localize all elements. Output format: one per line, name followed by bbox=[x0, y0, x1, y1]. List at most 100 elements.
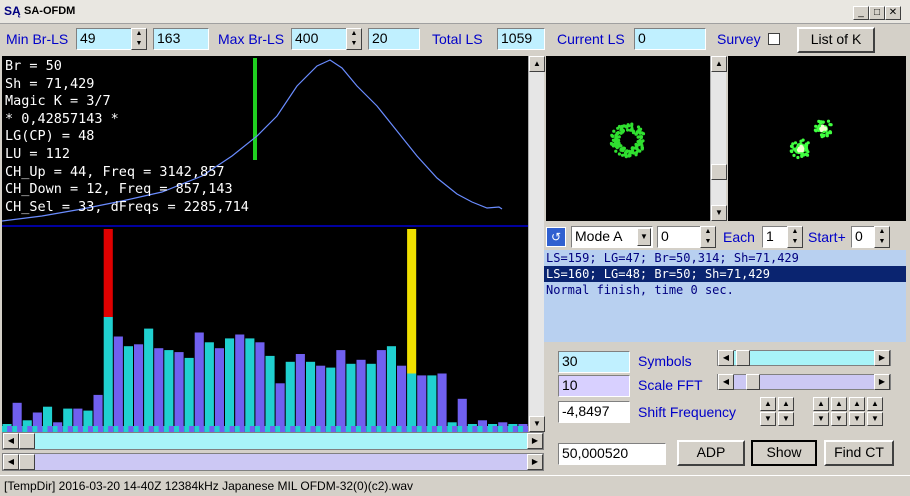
maximize-button[interactable]: □ bbox=[869, 6, 885, 20]
constellation-point bbox=[632, 151, 636, 155]
spectrum-bar bbox=[164, 350, 174, 432]
spectrum-bar bbox=[245, 338, 255, 432]
spectrum-bar bbox=[295, 354, 305, 432]
current-ls-field: 0 bbox=[634, 28, 706, 50]
mode-select[interactable]: Mode A ▼ bbox=[571, 226, 653, 248]
const-scroll-down[interactable]: ▼ bbox=[711, 205, 727, 221]
log-panel: LS=159; LG=47; Br=50,314; Sh=71,429 LS=1… bbox=[544, 250, 906, 342]
constellation-point bbox=[638, 141, 642, 145]
min-br-ls-label: Min Br-LS bbox=[6, 31, 69, 47]
total-ls-field: 1059 bbox=[497, 28, 545, 50]
window-title: SA-OFDM bbox=[24, 5, 76, 17]
each-spinner[interactable]: ▲ ▼ bbox=[787, 226, 803, 248]
hscroll-1-left[interactable]: ◀ bbox=[3, 433, 19, 449]
survey-checkbox[interactable] bbox=[768, 33, 780, 45]
minimize-button[interactable]: _ bbox=[853, 6, 869, 20]
constellation-point bbox=[621, 129, 625, 133]
constellation-point bbox=[804, 144, 808, 148]
spectrum-bar bbox=[204, 342, 214, 432]
adp-button[interactable]: ADP bbox=[677, 440, 745, 466]
log-line-selected[interactable]: LS=160; LG=48; Br=50; Sh=71,429 bbox=[544, 266, 906, 282]
symbols-slider-thumb[interactable] bbox=[736, 350, 750, 366]
log-line: Normal finish, time 0 sec. bbox=[546, 283, 734, 297]
spectrum-bar bbox=[194, 332, 204, 432]
spectrum-bar bbox=[265, 355, 275, 432]
scale-slider-right[interactable]: ▶ bbox=[874, 374, 890, 390]
start-spinner[interactable]: ▲ ▼ bbox=[874, 226, 890, 248]
min-br-ls-input[interactable]: 49 bbox=[76, 28, 132, 50]
mode-number-input[interactable]: 0 bbox=[657, 226, 701, 248]
scale-fft-slider[interactable]: ◀ ▶ bbox=[717, 374, 891, 390]
constellation-point bbox=[609, 141, 613, 146]
const-scroll-thumb[interactable] bbox=[711, 164, 727, 180]
max-extra-field[interactable]: 20 bbox=[368, 28, 420, 50]
constellation-point bbox=[631, 131, 636, 135]
spectrum-bar bbox=[336, 350, 346, 432]
symbols-field[interactable]: 30 bbox=[558, 351, 630, 373]
constellation-point bbox=[631, 146, 635, 150]
spectrum-bar bbox=[174, 352, 184, 432]
scroll-up-button[interactable]: ▲ bbox=[529, 56, 545, 72]
chevron-down-icon[interactable]: ▼ bbox=[637, 228, 651, 246]
spectrum-bar bbox=[386, 346, 396, 432]
find-ct-button[interactable]: Find CT bbox=[824, 440, 894, 466]
hscroll-2-thumb[interactable] bbox=[19, 454, 35, 470]
max-br-ls-spinner[interactable]: ▲ ▼ bbox=[346, 28, 362, 50]
symbols-slider[interactable]: ◀ ▶ bbox=[717, 350, 891, 366]
symbols-slider-right[interactable]: ▶ bbox=[874, 350, 890, 366]
constellation-point bbox=[620, 153, 625, 157]
shift-frequency-field[interactable]: -4,8497 bbox=[558, 401, 630, 423]
param-line: Sh = 71,429 bbox=[5, 75, 95, 92]
hscroll-2-right[interactable]: ▶ bbox=[527, 454, 543, 470]
hscroll-2[interactable]: ◀ ▶ bbox=[2, 453, 544, 471]
spectrum-bar bbox=[184, 357, 194, 432]
left-vscroll[interactable]: ▲ ▼ bbox=[528, 56, 545, 432]
hscroll-2-left[interactable]: ◀ bbox=[3, 454, 19, 470]
constellation-point bbox=[792, 153, 796, 157]
constellation-point bbox=[799, 147, 803, 151]
constellation-vscroll[interactable]: ▲ ▼ bbox=[710, 56, 727, 221]
constellation-point bbox=[624, 155, 628, 159]
spectrum-bar bbox=[144, 328, 154, 432]
each-input[interactable]: 1 bbox=[762, 226, 788, 248]
constellation-2 bbox=[728, 56, 906, 221]
constellation-point bbox=[626, 128, 630, 132]
start-input[interactable]: 0 bbox=[851, 226, 875, 248]
constellation-point bbox=[625, 125, 629, 129]
min-br-ls-spinner[interactable]: ▲ ▼ bbox=[131, 28, 147, 50]
show-button[interactable]: Show bbox=[751, 440, 817, 466]
scale-slider-thumb[interactable] bbox=[746, 374, 760, 390]
scale-slider-left[interactable]: ◀ bbox=[718, 374, 734, 390]
param-line: * 0,42857143 * bbox=[5, 110, 119, 127]
constellation-point bbox=[616, 131, 620, 135]
list-of-k-button[interactable]: List of K bbox=[797, 27, 875, 53]
shift-arrows-small[interactable]: ▲ ▲ ▼ ▼ bbox=[760, 397, 800, 427]
max-br-ls-input[interactable]: 400 bbox=[291, 28, 347, 50]
scale-fft-field[interactable]: 10 bbox=[558, 375, 630, 397]
constellation-point bbox=[639, 127, 643, 131]
hscroll-1-thumb[interactable] bbox=[19, 433, 35, 449]
spectrum-bar bbox=[134, 344, 144, 433]
constellation-point bbox=[612, 129, 616, 133]
reset-icon[interactable]: ↺ bbox=[546, 227, 566, 247]
mode-number-spinner[interactable]: ▲ ▼ bbox=[700, 226, 716, 248]
spectrum-bar bbox=[366, 363, 376, 433]
hscroll-1[interactable]: ◀ ▶ bbox=[2, 432, 544, 450]
constellation-point bbox=[814, 124, 818, 128]
symbols-slider-left[interactable]: ◀ bbox=[718, 350, 734, 366]
min-extra-field[interactable]: 163 bbox=[153, 28, 209, 50]
spectrum-bar bbox=[346, 363, 356, 433]
scroll-down-button[interactable]: ▼ bbox=[529, 416, 545, 432]
close-button[interactable]: ✕ bbox=[885, 6, 901, 20]
constellation-point bbox=[799, 144, 803, 148]
constellation-point bbox=[624, 151, 628, 156]
hscroll-1-right[interactable]: ▶ bbox=[527, 433, 543, 449]
param-line: Br = 50 bbox=[5, 58, 62, 74]
constellation-point bbox=[813, 128, 817, 132]
shift-arrows-large[interactable]: ▲ ▲ ▲ ▲ ▼ ▼ ▼ ▼ bbox=[813, 397, 893, 427]
frequency-field[interactable]: 50,000520 bbox=[558, 443, 666, 465]
constellation-point bbox=[800, 153, 804, 157]
const-scroll-up[interactable]: ▲ bbox=[711, 56, 727, 72]
constellation-point bbox=[791, 142, 795, 146]
constellation-point bbox=[616, 126, 620, 130]
